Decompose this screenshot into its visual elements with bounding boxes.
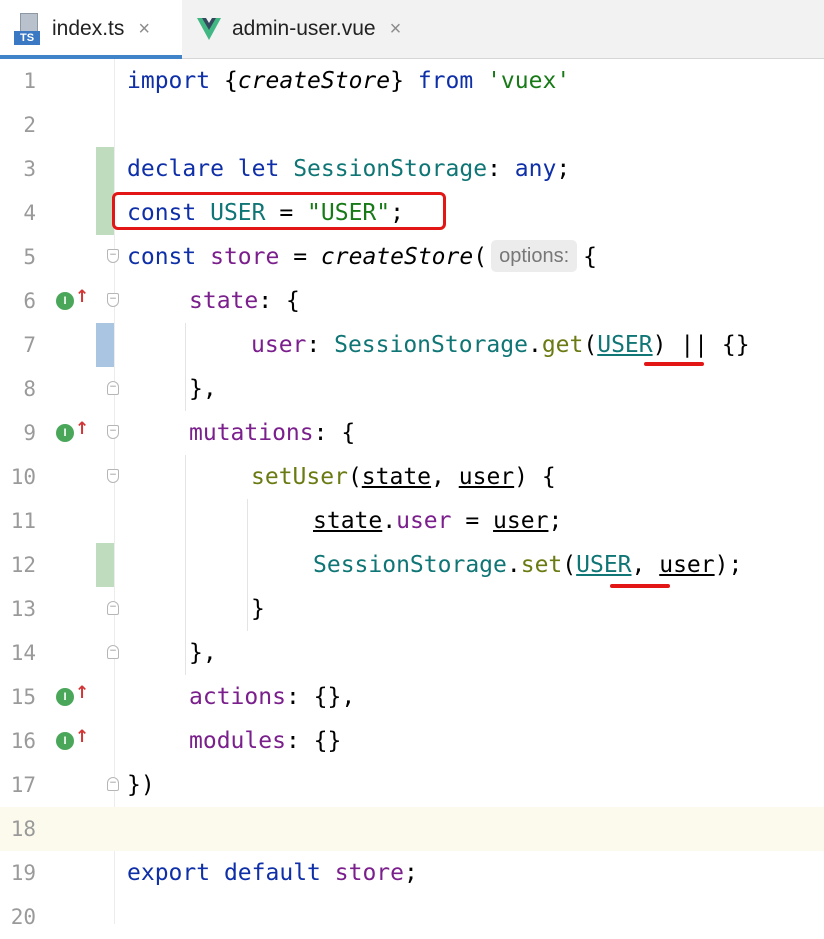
- line-number: 12: [10, 553, 36, 577]
- vcs-modified-marker[interactable]: [96, 323, 114, 367]
- code-line[interactable]: 3 declare let SessionStorage: any;: [0, 147, 824, 191]
- vcs-added-marker[interactable]: [96, 543, 114, 587]
- code-line[interactable]: 14 − },: [0, 631, 824, 675]
- code-editor[interactable]: 1 import {createStore} from 'vuex' 2 3 d…: [0, 59, 824, 929]
- tab-admin-user-vue[interactable]: admin-user.vue ×: [196, 0, 436, 58]
- close-icon[interactable]: ×: [390, 18, 402, 41]
- close-icon[interactable]: ×: [138, 18, 150, 41]
- code-text[interactable]: SessionStorage.set(USER, user);: [313, 543, 742, 587]
- line-number: 13: [10, 597, 36, 621]
- line-number: 11: [10, 509, 36, 533]
- fold-icon[interactable]: −: [107, 293, 119, 307]
- code-text[interactable]: }: [251, 587, 265, 631]
- fold-icon[interactable]: −: [107, 425, 119, 439]
- line-number: 8: [23, 377, 36, 401]
- code-text[interactable]: const store = createStore(options:{: [127, 235, 597, 279]
- highlight-underline: [610, 584, 670, 588]
- parameter-hint: options:: [491, 239, 578, 272]
- highlight-box: [112, 192, 446, 230]
- line-number: 3: [23, 157, 36, 181]
- line-number: 18: [10, 817, 36, 841]
- code-text[interactable]: state: {: [189, 279, 300, 323]
- tab-label: admin-user.vue: [232, 17, 376, 40]
- code-line[interactable]: 20: [0, 895, 824, 939]
- code-text[interactable]: }): [127, 763, 155, 807]
- code-line[interactable]: 8 − },: [0, 367, 824, 411]
- code-line[interactable]: 19 export default store;: [0, 851, 824, 895]
- fold-icon[interactable]: −: [107, 777, 119, 791]
- code-text[interactable]: user: SessionStorage.get(USER) || {}: [251, 323, 750, 367]
- code-line[interactable]: 12 SessionStorage.set(USER, user);: [0, 543, 824, 587]
- highlight-underline: [644, 362, 704, 366]
- code-text[interactable]: modules: {}: [189, 719, 341, 763]
- code-line[interactable]: 10 − setUser(state, user) {: [0, 455, 824, 499]
- vcs-added-marker[interactable]: [96, 147, 114, 191]
- code-text[interactable]: mutations: {: [189, 411, 355, 455]
- line-number: 14: [10, 641, 36, 665]
- line-number: 6: [23, 289, 36, 313]
- code-text[interactable]: export default store;: [127, 851, 418, 895]
- line-number: 20: [10, 905, 36, 929]
- code-line[interactable]: 15 I ↑ actions: {},: [0, 675, 824, 719]
- ts-file-icon: TS: [14, 13, 40, 45]
- vue-file-icon: [197, 18, 221, 40]
- implements-icon[interactable]: I ↑: [56, 287, 89, 311]
- editor-tab-bar: TS index.ts × admin-user.vue ×: [0, 0, 824, 59]
- line-number: 17: [10, 773, 36, 797]
- code-line[interactable]: 17 − }): [0, 763, 824, 807]
- line-number: 5: [23, 245, 36, 269]
- line-number: 9: [23, 421, 36, 445]
- code-text[interactable]: },: [189, 367, 217, 411]
- implements-icon[interactable]: I ↑: [56, 727, 89, 751]
- line-number: 16: [10, 729, 36, 753]
- code-text[interactable]: import {createStore} from 'vuex': [127, 59, 570, 103]
- line-number: 1: [23, 69, 36, 93]
- code-line[interactable]: 13 − }: [0, 587, 824, 631]
- fold-icon[interactable]: −: [107, 469, 119, 483]
- line-number: 4: [23, 201, 36, 225]
- implements-icon[interactable]: I ↑: [56, 683, 89, 707]
- code-text[interactable]: state.user = user;: [313, 499, 562, 543]
- implements-icon[interactable]: I ↑: [56, 419, 89, 443]
- fold-icon[interactable]: −: [107, 601, 119, 615]
- code-text[interactable]: declare let SessionStorage: any;: [127, 147, 570, 191]
- current-code-line[interactable]: 18: [0, 807, 824, 851]
- code-line[interactable]: 9 I ↑ − mutations: {: [0, 411, 824, 455]
- fold-icon[interactable]: −: [107, 249, 119, 263]
- line-number: 7: [23, 333, 36, 357]
- code-line[interactable]: 1 import {createStore} from 'vuex': [0, 59, 824, 103]
- code-line[interactable]: 16 I ↑ modules: {}: [0, 719, 824, 763]
- line-number: 19: [10, 861, 36, 885]
- code-text[interactable]: actions: {},: [189, 675, 355, 719]
- code-text[interactable]: setUser(state, user) {: [251, 455, 556, 499]
- tab-label: index.ts: [52, 17, 125, 40]
- code-line[interactable]: 6 I ↑ − state: {: [0, 279, 824, 323]
- code-line[interactable]: 5 − const store = createStore(options:{: [0, 235, 824, 279]
- fold-icon[interactable]: −: [107, 381, 119, 395]
- code-line[interactable]: 7 user: SessionStorage.get(USER) || {}: [0, 323, 824, 367]
- line-number: 10: [10, 465, 36, 489]
- line-number: 15: [10, 685, 36, 709]
- code-line[interactable]: 2: [0, 103, 824, 147]
- tab-index-ts[interactable]: TS index.ts ×: [0, 0, 182, 59]
- code-text[interactable]: },: [189, 631, 217, 675]
- code-line[interactable]: 11 state.user = user;: [0, 499, 824, 543]
- fold-icon[interactable]: −: [107, 645, 119, 659]
- line-number: 2: [23, 113, 36, 137]
